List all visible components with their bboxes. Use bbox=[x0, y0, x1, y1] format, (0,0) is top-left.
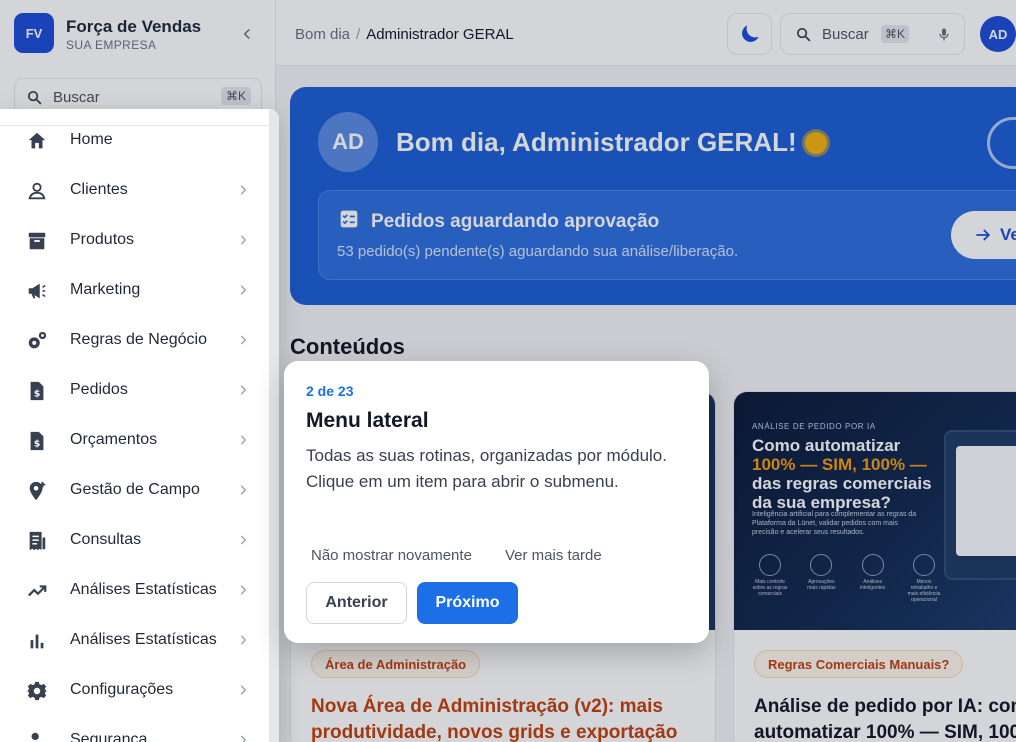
chevron-right-icon bbox=[240, 435, 247, 445]
menu-item-label: Produtos bbox=[70, 231, 135, 248]
menu-item-label: Pedidos bbox=[70, 381, 128, 398]
gears-icon bbox=[28, 331, 47, 349]
menu-item-configuracoes[interactable]: Configurações bbox=[0, 666, 268, 716]
menu-list: Home Clientes Produtos Marketing Regras … bbox=[0, 116, 268, 742]
chevron-right-icon bbox=[240, 185, 247, 195]
location-pin-icon bbox=[29, 481, 46, 501]
tour-title: Menu lateral bbox=[306, 409, 429, 432]
user-lock-icon bbox=[31, 732, 39, 741]
menu-item-produtos[interactable]: Produtos bbox=[0, 216, 268, 266]
menu-item-label: Consultas bbox=[70, 531, 142, 548]
chevron-right-icon bbox=[240, 635, 247, 645]
user-icon bbox=[28, 182, 46, 200]
archive-box-icon bbox=[28, 232, 46, 250]
menu-item-label: Análises Estatísticas bbox=[70, 581, 217, 598]
menu-item-marketing[interactable]: Marketing bbox=[0, 266, 268, 316]
receipt-icon bbox=[29, 531, 46, 551]
invoice-dollar-icon: $ bbox=[30, 381, 44, 401]
menu-item-orcamentos[interactable]: $ Orçamentos bbox=[0, 416, 268, 466]
menu-scrollbar[interactable] bbox=[269, 109, 279, 742]
tour-description: Todas as suas rotinas, organizadas por m… bbox=[306, 446, 667, 491]
chevron-right-icon bbox=[240, 485, 247, 495]
chevron-right-icon bbox=[240, 735, 247, 742]
chevron-right-icon bbox=[240, 585, 247, 595]
menu-item-label: Marketing bbox=[70, 281, 141, 298]
menu-item-analises-estatisticas-2[interactable]: Análises Estatísticas bbox=[0, 616, 268, 666]
dont-show-again-link[interactable]: Não mostrar novamente bbox=[311, 547, 472, 564]
menu-item-label: Análises Estatísticas bbox=[70, 631, 217, 648]
menu-item-pedidos[interactable]: $ Pedidos bbox=[0, 366, 268, 416]
home-icon bbox=[28, 132, 46, 149]
menu-item-gestao-de-campo[interactable]: Gestão de Campo bbox=[0, 466, 268, 516]
menu-item-clientes[interactable]: Clientes bbox=[0, 166, 268, 216]
chevron-right-icon bbox=[240, 535, 247, 545]
previous-button[interactable]: Anterior bbox=[306, 582, 407, 624]
menu-item-analises-estatisticas[interactable]: Análises Estatísticas bbox=[0, 566, 268, 616]
menu-item-label: Clientes bbox=[70, 181, 128, 198]
invoice-dollar-icon: $ bbox=[30, 431, 44, 451]
gear-icon bbox=[26, 681, 48, 701]
tour-popover: 2 de 23 Menu lateral Todas as suas rotin… bbox=[284, 361, 709, 643]
trending-up-icon bbox=[27, 585, 47, 597]
sidebar-menu: Home Clientes Produtos Marketing Regras … bbox=[0, 109, 279, 742]
menu-item-label: Regras de Negócio bbox=[70, 331, 207, 348]
svg-text:$: $ bbox=[34, 389, 40, 400]
bar-chart-icon bbox=[30, 634, 44, 649]
next-button[interactable]: Próximo bbox=[417, 582, 518, 624]
menu-item-home[interactable]: Home bbox=[0, 116, 268, 166]
chevron-right-icon bbox=[240, 685, 247, 695]
menu-item-seguranca[interactable]: Segurança bbox=[0, 716, 268, 742]
menu-item-label: Configurações bbox=[70, 681, 174, 698]
see-later-link[interactable]: Ver mais tarde bbox=[505, 547, 602, 564]
chevron-right-icon bbox=[240, 285, 247, 295]
chevron-right-icon bbox=[240, 385, 247, 395]
menu-item-regras-de-negocio[interactable]: Regras de Negócio bbox=[0, 316, 268, 366]
menu-item-label: Orçamentos bbox=[70, 431, 158, 448]
menu-item-label: Gestão de Campo bbox=[70, 481, 200, 498]
menu-item-consultas[interactable]: Consultas bbox=[0, 516, 268, 566]
tour-step-counter: 2 de 23 bbox=[306, 383, 354, 399]
chevron-right-icon bbox=[240, 335, 247, 345]
chevron-right-icon bbox=[240, 235, 247, 245]
svg-text:$: $ bbox=[34, 439, 40, 450]
megaphone-icon bbox=[28, 283, 46, 299]
menu-item-label: Segurança bbox=[70, 731, 148, 742]
menu-item-label: Home bbox=[70, 131, 113, 148]
